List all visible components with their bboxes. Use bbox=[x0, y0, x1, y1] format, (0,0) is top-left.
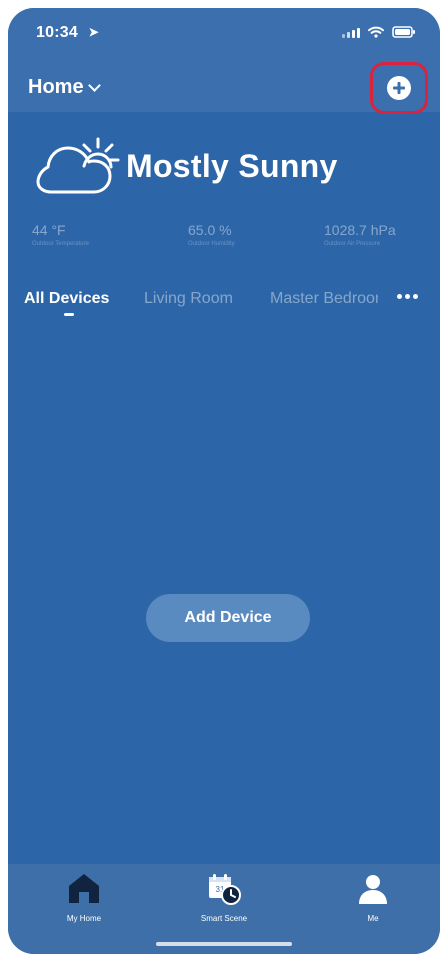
status-time-text: 10:34 bbox=[36, 24, 78, 41]
metric-temperature-label: Outdoor Temperature bbox=[32, 241, 89, 247]
metric-humidity: 65.0 % Outdoor Humidity bbox=[188, 222, 235, 248]
add-button-highlight bbox=[370, 62, 428, 114]
person-icon bbox=[356, 872, 390, 911]
room-tabs: All Devices Living Room Master Bedroom bbox=[8, 290, 440, 326]
status-icons bbox=[342, 26, 416, 38]
nav-smart-scene-label: Smart Scene bbox=[200, 914, 248, 923]
app-frame: 10:34 ➤ Home Mostly Sunny 44 °F Outdoor … bbox=[0, 0, 446, 962]
cellular-signal-icon bbox=[342, 26, 360, 38]
weather-title: Mostly Sunny bbox=[126, 148, 338, 184]
nav-me-label: Me bbox=[367, 914, 379, 923]
tab-master-bedroom[interactable]: Master Bedroom bbox=[270, 290, 378, 308]
battery-icon bbox=[392, 26, 416, 38]
chevron-down-icon bbox=[87, 79, 101, 92]
metric-air-pressure-value: 1028.7 hPa bbox=[324, 222, 396, 238]
active-tab-indicator bbox=[64, 313, 74, 316]
metric-air-pressure: 1028.7 hPa Outdoor Air Pressure bbox=[324, 222, 396, 248]
tab-living-room[interactable]: Living Room bbox=[144, 290, 233, 308]
nav-me[interactable]: Me bbox=[313, 864, 433, 928]
add-device-button[interactable]: Add Device bbox=[146, 594, 310, 642]
metric-temperature-value: 44 °F bbox=[32, 222, 66, 238]
nav-my-home-label: My Home bbox=[66, 914, 102, 923]
partly-sunny-icon bbox=[36, 136, 122, 204]
status-time: 10:34 ➤ bbox=[36, 24, 99, 42]
plus-circle-icon[interactable] bbox=[387, 76, 411, 100]
home-indicator[interactable] bbox=[156, 942, 292, 946]
metric-air-pressure-label: Outdoor Air Pressure bbox=[324, 241, 381, 247]
bottom-navigation: My Home 31 Smart Scene Me bbox=[8, 864, 440, 954]
home-selector[interactable]: Home bbox=[28, 76, 101, 99]
calendar-clock-icon: 31 bbox=[206, 872, 242, 911]
wifi-icon bbox=[368, 26, 384, 38]
home-icon bbox=[67, 872, 101, 909]
tab-all-devices[interactable]: All Devices bbox=[24, 290, 109, 308]
metric-humidity-label: Outdoor Humidity bbox=[188, 241, 235, 247]
nav-my-home[interactable]: My Home bbox=[24, 864, 144, 928]
metric-humidity-value: 65.0 % bbox=[188, 222, 232, 238]
status-bar: 10:34 ➤ bbox=[8, 8, 440, 54]
phone-screen: 10:34 ➤ Home Mostly Sunny 44 °F Outdoor … bbox=[8, 8, 440, 954]
more-dots-icon[interactable] bbox=[397, 294, 418, 299]
nav-smart-scene[interactable]: 31 Smart Scene bbox=[164, 864, 284, 928]
location-arrow-icon: ➤ bbox=[88, 25, 99, 39]
home-title: Home bbox=[28, 76, 84, 98]
weather-metrics: 44 °F Outdoor Temperature 65.0 % Outdoor… bbox=[32, 222, 432, 262]
metric-temperature: 44 °F Outdoor Temperature bbox=[32, 222, 89, 248]
weather-panel: Mostly Sunny bbox=[36, 136, 426, 226]
